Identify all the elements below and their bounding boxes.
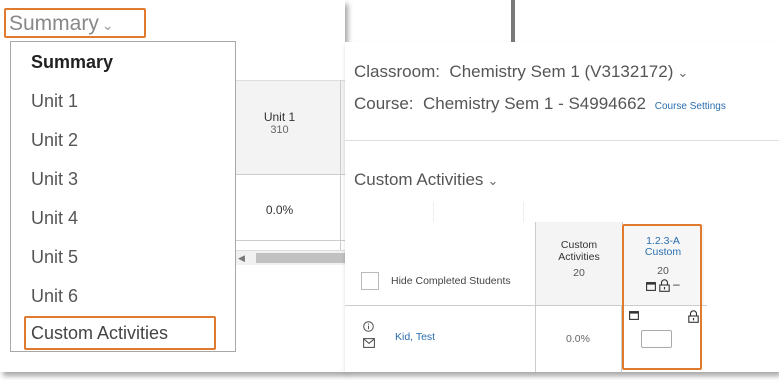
calendar-icon[interactable] [629,310,639,320]
faint-divider [523,202,524,222]
dash-icon: – [673,277,680,291]
gradebook-grid: Unit 1 310 0.0% ◀ [236,80,345,270]
header-divider [345,140,779,141]
dropdown-item-unit-3[interactable]: Unit 3 [31,168,78,190]
column-points: 310 [270,124,289,136]
gradebook-left-panel: Summary ⌄ Unit 1 310 0.0% ◀ Summary Unit … [0,0,345,372]
dropdown-item-summary[interactable]: Summary [31,51,113,73]
chevron-down-icon: ⌄ [487,173,499,188]
summary-dropdown-menu: Summary Unit 1 Unit 2 Unit 3 Unit 4 Unit… [10,41,236,352]
grid-cell-value: 0.0% [265,203,294,217]
scroll-thumb[interactable] [256,253,345,263]
activity-title-link[interactable]: 1.2.3-A Custom [622,236,704,258]
summary-trigger-label: Summary [9,12,99,35]
activity-points: 20 [657,265,669,277]
mail-icon[interactable] [363,338,375,348]
grid-row-divider [236,240,345,241]
summary-dropdown-trigger[interactable]: Summary ⌄ [4,8,146,38]
chevron-down-icon: ⌄ [101,17,114,33]
hide-completed-checkbox[interactable] [361,272,379,290]
student-name-link[interactable]: Kid, Test [395,331,435,343]
gradebook-right-panel: Classroom: Chemistry Sem 1 (V3132172) ⌄ C… [345,42,779,372]
custom-activities-column-header: Custom Activities 20 [535,222,623,305]
column-title-unit-1[interactable]: Unit 1 [246,110,313,124]
dropdown-item-unit-1[interactable]: Unit 1 [31,90,78,112]
chevron-down-icon: ⌄ [677,65,689,80]
header-col-title: Custom Activities [536,239,622,263]
dropdown-item-unit-4[interactable]: Unit 4 [31,207,78,229]
header-col-points: 20 [573,267,585,279]
activity-column: 1.2.3-A Custom 20 – [622,224,704,372]
activity-view-selector[interactable]: Custom Activities ⌄ [354,170,498,190]
info-icon[interactable] [363,321,374,332]
dropdown-item-custom-activities[interactable]: Custom Activities [24,316,216,350]
score-input[interactable] [641,330,672,348]
dropdown-item-unit-6[interactable]: Unit 6 [31,285,78,307]
dropdown-item-unit-2[interactable]: Unit 2 [31,129,78,151]
classroom-value: Chemistry Sem 1 (V3132172) [449,62,674,81]
hide-completed-label: Hide Completed Students [391,275,511,287]
calendar-icon[interactable] [646,281,656,291]
course-settings-link[interactable]: Course Settings [655,101,726,112]
section-title: Custom Activities [354,170,484,189]
course-line: Course: Chemistry Sem 1 - S4994662 Cours… [354,94,726,114]
lock-icon[interactable] [659,279,670,292]
lock-icon[interactable] [688,310,699,323]
scroll-left-icon[interactable]: ◀ [238,251,245,265]
panel-divider [511,0,515,42]
horizontal-scrollbar[interactable]: ◀ [236,250,345,265]
classroom-label: Classroom: [354,62,440,81]
row-col-divider [621,305,622,372]
student-row-value: 0.0% [566,333,590,345]
course-label: Course: [354,94,414,113]
course-value: Chemistry Sem 1 - S4994662 [422,94,646,113]
header-col-line2: Activities [558,251,600,263]
classroom-selector[interactable]: Classroom: Chemistry Sem 1 (V3132172) ⌄ [354,62,688,82]
activity-header-icons: – [646,277,686,293]
grid-divider [340,80,341,250]
header-col-line1: Custom [560,239,598,251]
dropdown-item-unit-5[interactable]: Unit 5 [31,246,78,268]
activity-name: Custom [644,246,682,258]
faint-divider [433,202,434,222]
row-divider [345,305,707,306]
